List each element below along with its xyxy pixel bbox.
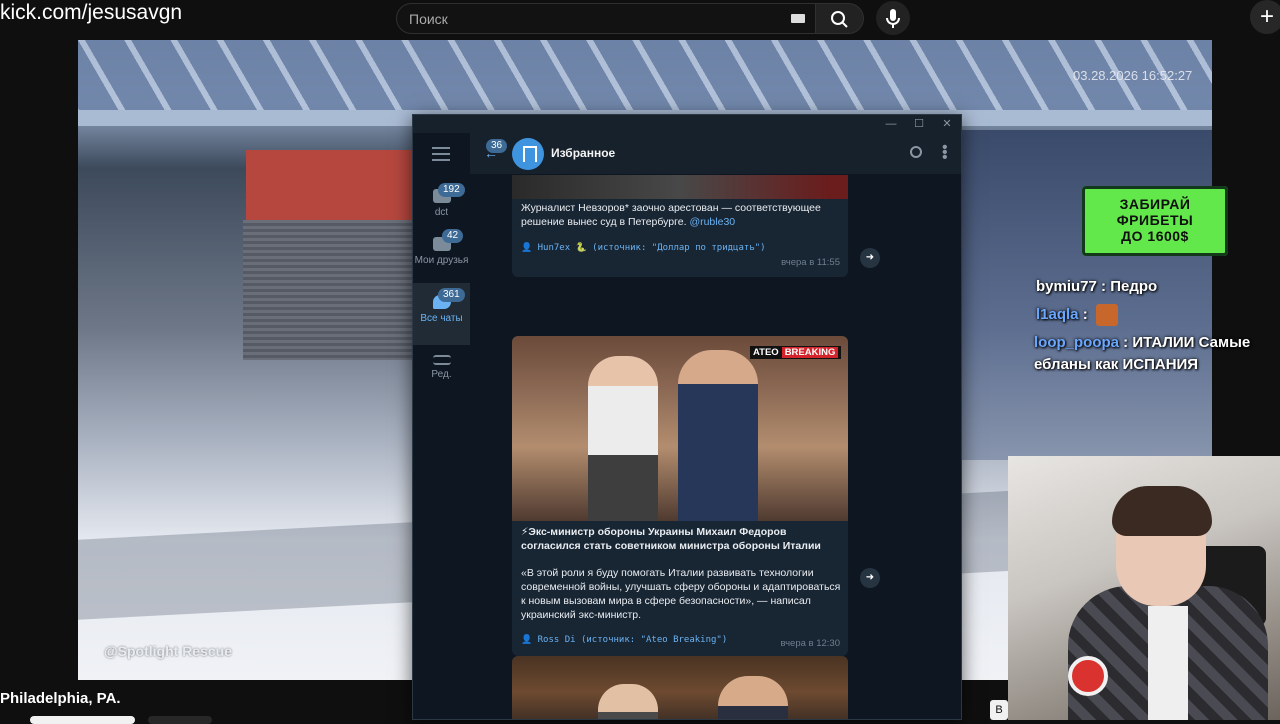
- message-image[interactable]: ATEO BREAKING: [512, 336, 848, 521]
- unread-badge: 192: [438, 183, 465, 197]
- create-button[interactable]: +: [1250, 0, 1280, 34]
- unread-badge: 42: [442, 229, 464, 243]
- message-text: Журналист Невзоров* заочно арестован — с…: [521, 201, 841, 229]
- menu-icon[interactable]: [432, 147, 450, 161]
- chat-message: bymiu77 : Педро: [1036, 278, 1158, 295]
- message-image[interactable]: [512, 175, 848, 199]
- folder-dct[interactable]: 192 dct: [413, 181, 470, 227]
- search-icon[interactable]: [910, 146, 922, 158]
- folder-label: Ред.: [431, 369, 452, 380]
- search-icon: [831, 11, 848, 28]
- follow-button[interactable]: [30, 716, 135, 724]
- webcam-hair: [1112, 486, 1212, 536]
- message-bubble[interactable]: Журналист Невзоров* заочно арестован — с…: [512, 175, 848, 277]
- minimize-button[interactable]: —: [883, 117, 899, 131]
- channel-url[interactable]: kick.com/jesusavgn: [0, 0, 182, 26]
- photo-person: [678, 350, 758, 521]
- folder-all-chats[interactable]: 361 Все чаты: [413, 283, 470, 345]
- message-bubble[interactable]: [512, 656, 848, 719]
- webcam-overlay: [1008, 456, 1280, 720]
- folder-label: Мои друзья: [414, 255, 469, 266]
- chat-message: loop_poopa : ИТАЛИИ Самые ебланы как ИСП…: [1034, 334, 1251, 373]
- message-time: вчера в 12:30: [780, 638, 840, 649]
- close-button[interactable]: ✕: [939, 117, 955, 131]
- message-signature[interactable]: 👤 Hun7ex 🐍 (источник: "Доллар по тридцат…: [521, 243, 766, 253]
- video-timestamp: 03.28.2026 16:52:27: [1073, 68, 1193, 83]
- ateo-breaking-logo: ATEO BREAKING: [750, 346, 842, 359]
- back-unread-badge: 36: [486, 139, 508, 153]
- message-headline: ⚡Экс-министр обороны Украины Михаил Федо…: [521, 526, 821, 552]
- folder-my-friends[interactable]: 42 Мои друзья: [413, 227, 470, 285]
- message-time: вчера в 11:55: [781, 257, 840, 268]
- photo-person: [588, 356, 658, 521]
- promo-line-3: ДО 1600$: [1121, 228, 1189, 244]
- promo-banner[interactable]: ЗАБИРАЙ ФРИБЕТЫ ДО 1600$: [1082, 186, 1228, 256]
- folder-label: Все чаты: [420, 313, 463, 324]
- logo-right-text: BREAKING: [781, 347, 839, 358]
- bottom-action-button[interactable]: B: [990, 700, 1008, 720]
- message-bubble[interactable]: ATEO BREAKING ⚡Экс-министр обороны Украин…: [512, 336, 848, 656]
- folder-label: dct: [434, 207, 449, 218]
- bookmark-avatar-icon[interactable]: [512, 138, 544, 170]
- unread-badge: 361: [438, 288, 465, 302]
- more-options-icon[interactable]: • • •: [942, 140, 948, 166]
- video-bridge: [78, 40, 1212, 120]
- chat-username: loop_poopa: [1034, 334, 1119, 351]
- maximize-button[interactable]: ☐: [911, 117, 927, 131]
- emote-icon: [1095, 304, 1118, 327]
- chat-title[interactable]: Избранное: [551, 146, 615, 160]
- message-link[interactable]: @ruble30: [689, 216, 735, 228]
- promo-line-2: ФРИБЕТЫ: [1116, 212, 1194, 228]
- video-watermark: @Spotlight Rescue: [104, 643, 232, 659]
- video-shutter: [243, 220, 418, 360]
- forward-icon[interactable]: ➜: [860, 568, 880, 588]
- browser-top-bar: kick.com/jesusavgn Поиск +: [0, 0, 1280, 40]
- message-body: Журналист Невзоров* заочно арестован — с…: [521, 202, 821, 228]
- logo-left-text: ATEO: [753, 347, 779, 358]
- search-button[interactable]: [816, 3, 864, 34]
- voice-search-button[interactable]: [876, 1, 910, 35]
- forward-icon[interactable]: ➜: [860, 248, 880, 268]
- chat-username: bymiu77: [1036, 278, 1097, 295]
- chat-message: l1aqla :: [1036, 304, 1118, 327]
- chat-username: l1aqla: [1036, 306, 1079, 323]
- message-signature[interactable]: 👤 Ross Di (источник: "Ateo Breaking"): [521, 635, 727, 645]
- message-body: «В этой роли я буду помогать Италии разв…: [521, 567, 841, 621]
- folder-edit[interactable]: Ред.: [413, 349, 470, 393]
- message-image[interactable]: [512, 656, 848, 719]
- chat-text: Педро: [1110, 278, 1158, 295]
- message-feed[interactable]: Журналист Невзоров* заочно арестован — с…: [470, 175, 961, 719]
- search-placeholder: Поиск: [409, 11, 448, 27]
- telegram-window[interactable]: — ☐ ✕ 192 dct 42 Мои друзья 361 Все чаты…: [412, 114, 962, 720]
- photo-person: [598, 684, 658, 719]
- telegram-titlebar[interactable]: — ☐ ✕: [413, 115, 961, 133]
- stream-location: Philadelphia, PA.: [0, 690, 121, 707]
- microphone-icon: [886, 9, 900, 28]
- promo-line-1: ЗАБИРАЙ: [1119, 196, 1191, 212]
- subscribe-button[interactable]: [148, 716, 212, 724]
- photo-person: [718, 676, 788, 719]
- sliders-icon: [432, 355, 451, 365]
- microphone-icon: [1068, 656, 1108, 696]
- keyboard-icon[interactable]: [791, 14, 805, 23]
- search-input[interactable]: Поиск: [396, 3, 816, 34]
- webcam-shirt: [1148, 606, 1188, 720]
- video-shop-sign: [246, 150, 416, 220]
- chat-header: ← 36 Избранное • • •: [470, 133, 961, 175]
- telegram-folder-sidebar: 192 dct 42 Мои друзья 361 Все чаты Ред.: [413, 133, 470, 719]
